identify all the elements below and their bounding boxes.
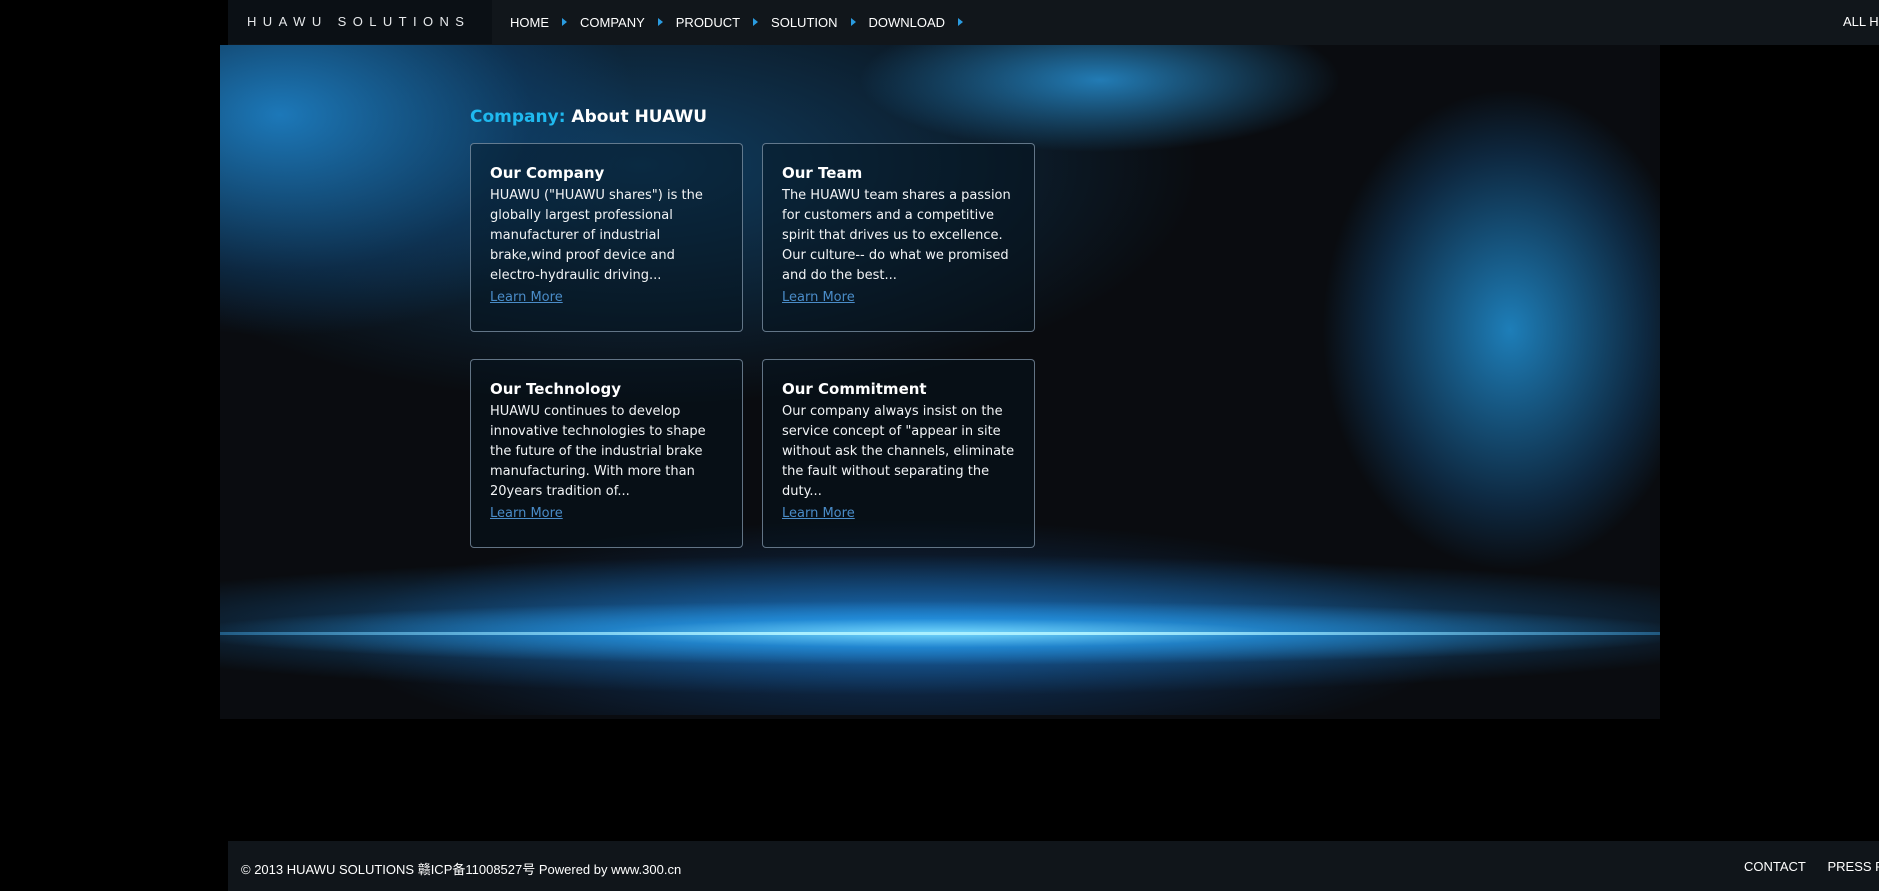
footer: © 2013 HUAWU SOLUTIONS 赣ICP备11008527号 Po… — [228, 841, 1879, 891]
footer-link-contact[interactable]: CONTACT — [1744, 859, 1806, 874]
card-text: HUAWU ("HUAWU shares") is the globally l… — [490, 188, 703, 283]
learn-more-link[interactable]: Learn More — [782, 504, 855, 524]
nav-item-solution[interactable]: SOLUTION — [771, 14, 856, 30]
learn-more-link[interactable]: Learn More — [490, 504, 563, 524]
nav-label: DOWNLOAD — [868, 14, 946, 30]
card-title: Our Technology — [490, 380, 621, 398]
footer-copyright: © 2013 HUAWU SOLUTIONS 赣ICP备11008527号 Po… — [241, 862, 682, 877]
nav-label: PRODUCT — [675, 14, 741, 30]
top-right-link[interactable]: ALL H — [1843, 14, 1879, 29]
card-our-technology: Our Technology HUAWU continues to develo… — [470, 359, 743, 548]
nav-item-home[interactable]: HOME — [510, 15, 567, 30]
page-title-text: About HUAWU — [571, 107, 708, 127]
card-our-company: Our Company HUAWU ("HUAWU shares") is th… — [470, 143, 743, 332]
arrow-right-icon — [850, 18, 856, 26]
brand-logo[interactable]: HUAWU SOLUTIONS — [228, 0, 492, 44]
hero-light-line — [220, 632, 1660, 635]
learn-more-link[interactable]: Learn More — [782, 288, 855, 308]
arrow-right-icon — [657, 18, 663, 26]
footer-link-press[interactable]: PRESS R — [1828, 859, 1879, 874]
top-nav-bar: HUAWU SOLUTIONS HOME COMPANY PRODUCT SOL… — [228, 0, 1879, 45]
footer-links: CONTACT PRESS R — [1744, 859, 1879, 874]
nav-label: SOLUTION — [771, 14, 838, 30]
page-title-section: Company: — [470, 107, 566, 127]
card-text: The HUAWU team shares a passion for cust… — [782, 188, 1011, 283]
card-text: HUAWU continues to develop innovative te… — [490, 404, 706, 499]
learn-more-link[interactable]: Learn More — [490, 288, 563, 308]
arrow-right-icon — [958, 18, 964, 26]
arrow-right-icon — [562, 18, 567, 26]
nav-item-product[interactable]: PRODUCT — [675, 14, 759, 30]
card-our-commitment: Our Commitment Our company always insist… — [762, 359, 1035, 548]
arrow-right-icon — [753, 18, 759, 26]
page-title: Company: About HUAWU — [470, 107, 707, 127]
nav-item-company[interactable]: COMPANY — [580, 15, 663, 30]
main-nav: HOME COMPANY PRODUCT SOLUTION DOWNLOAD — [510, 0, 976, 44]
card-title: Our Company — [490, 164, 605, 182]
card-title: Our Team — [782, 164, 863, 182]
nav-item-download[interactable]: DOWNLOAD — [869, 15, 964, 30]
card-text: Our company always insist on the service… — [782, 404, 1015, 499]
card-our-team: Our Team The HUAWU team shares a passion… — [762, 143, 1035, 332]
nav-label: HOME — [510, 14, 549, 30]
nav-label: COMPANY — [580, 14, 645, 30]
card-title: Our Commitment — [782, 380, 927, 398]
hero-background: Company: About HUAWU Our Company HUAWU (… — [220, 45, 1660, 719]
